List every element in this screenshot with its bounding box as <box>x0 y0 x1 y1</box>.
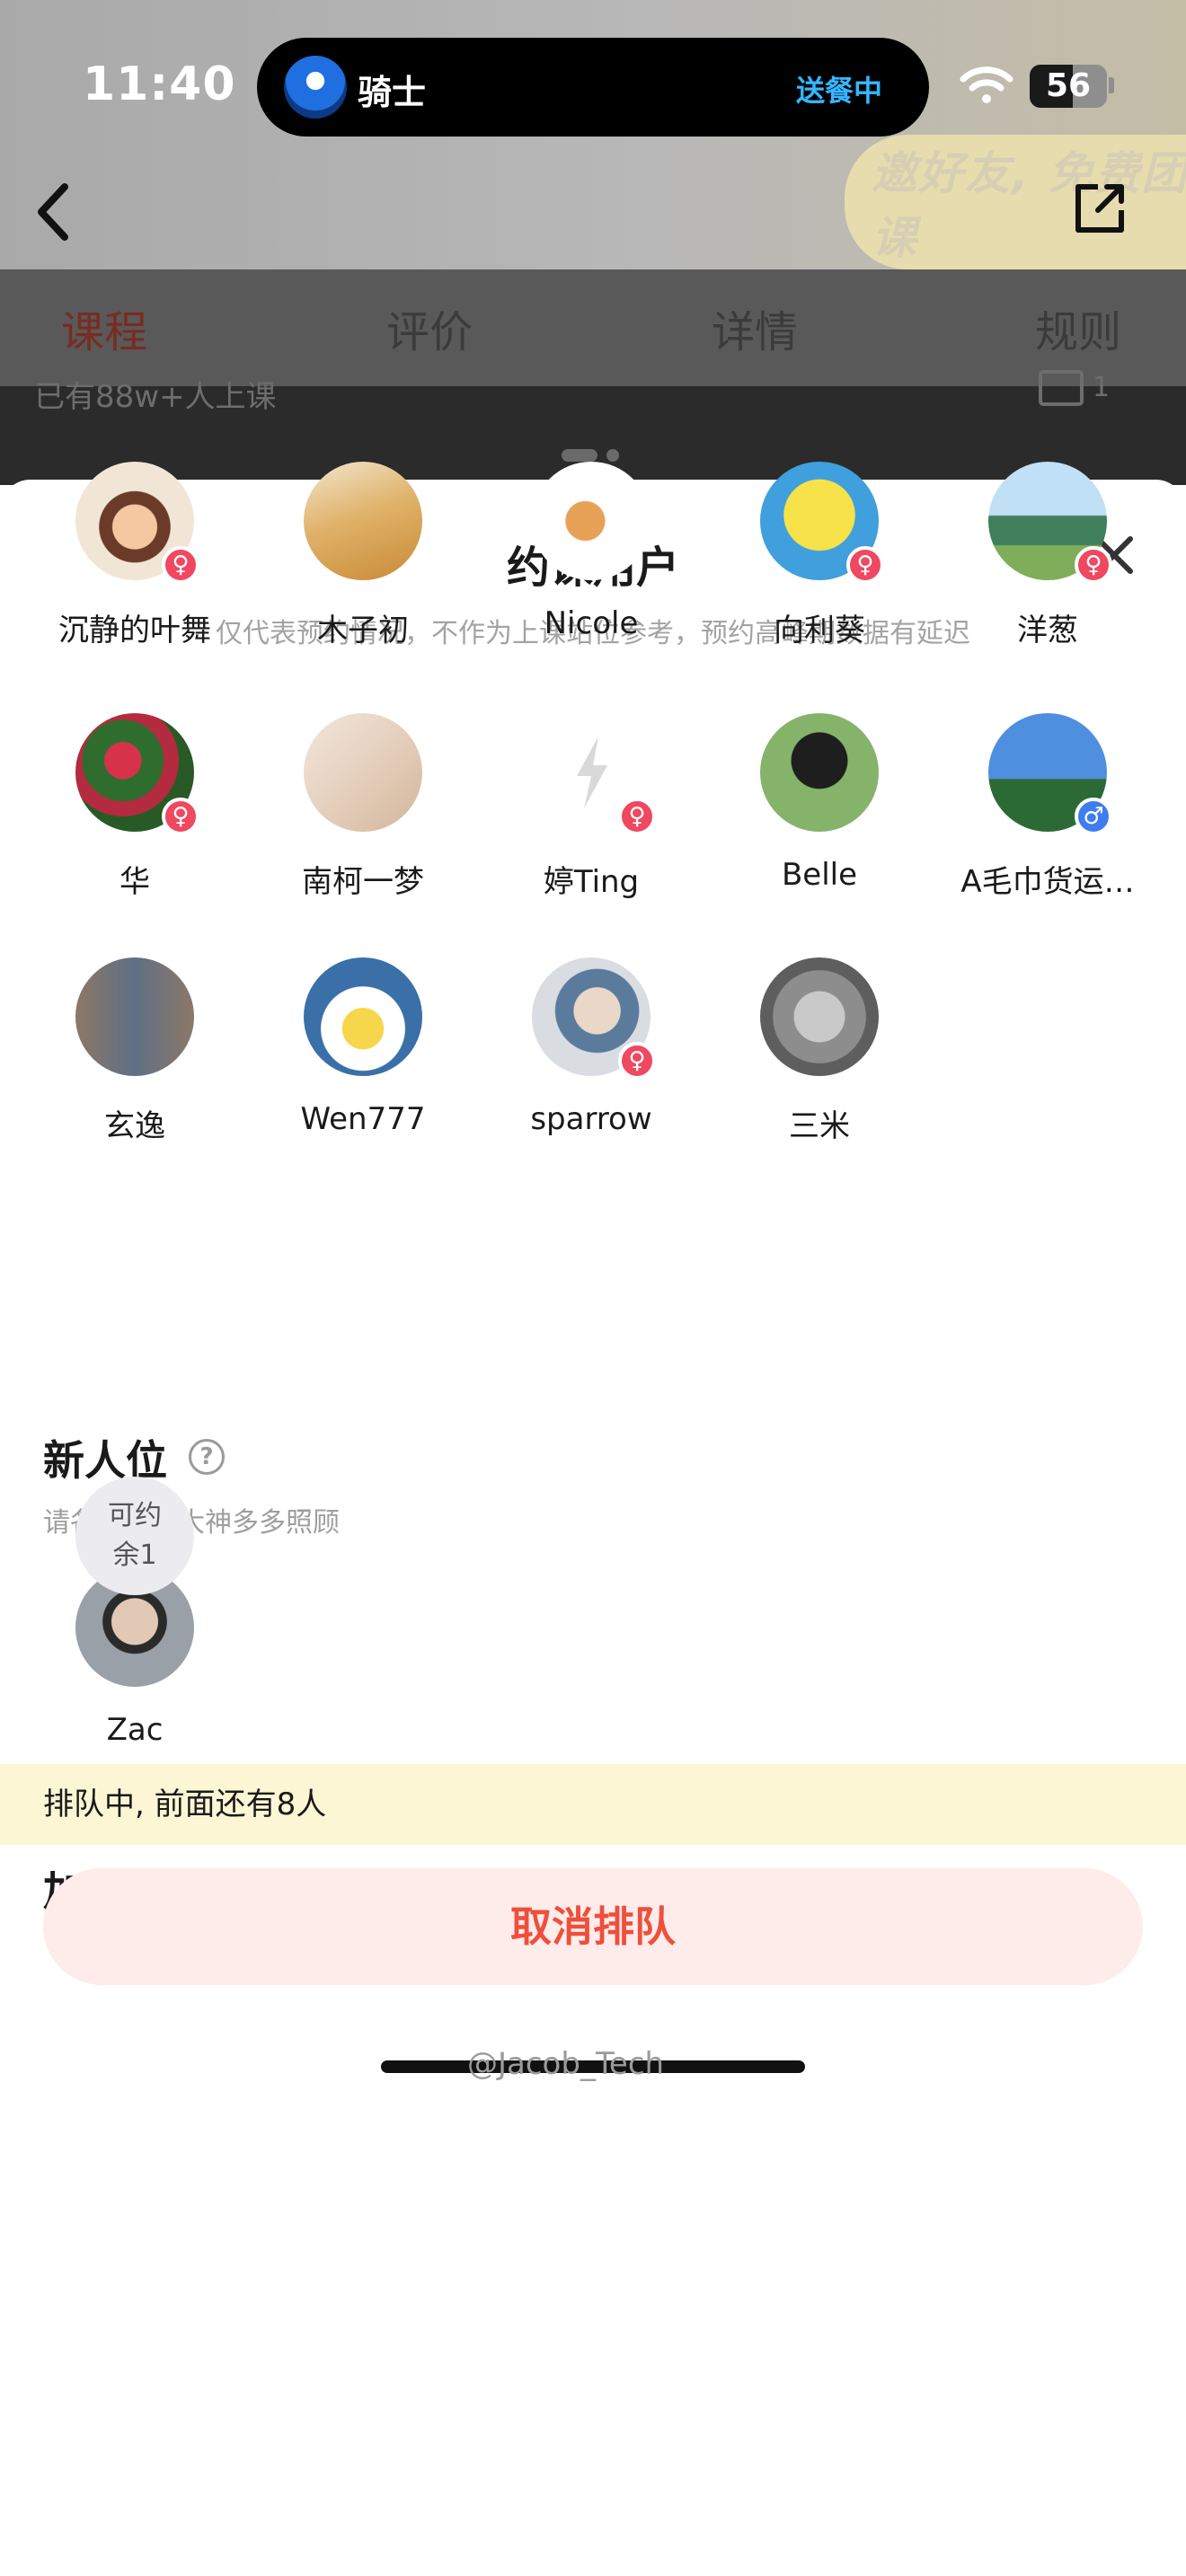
booked-user[interactable]: 三米 <box>705 957 934 1173</box>
cancel-queue-button[interactable]: 取消排队 <box>43 1868 1143 1985</box>
avatar <box>532 462 651 580</box>
help-icon[interactable]: ? <box>189 1439 225 1475</box>
avatar <box>304 713 422 832</box>
user-name: Nicole <box>544 605 639 641</box>
user-name: Belle <box>781 857 858 893</box>
invite-banner: 邀好友, 免费团课 <box>845 135 1186 269</box>
user-name: 玄逸 <box>104 1108 165 1144</box>
user-name: A毛巾货运… <box>960 864 1135 900</box>
booked-user[interactable]: Nicole <box>477 462 705 677</box>
booked-user[interactable]: ♀ sparrow <box>477 957 705 1173</box>
booked-user[interactable]: ♀ 华 <box>21 713 249 929</box>
image-count: 1 <box>1093 372 1111 403</box>
user-name: 木子初 <box>317 613 409 648</box>
booked-user[interactable]: ♀ 向利葵 <box>705 462 934 677</box>
user-name: 南柯一梦 <box>302 864 424 900</box>
user-name: 洋葱 <box>1017 613 1078 648</box>
avatar <box>760 713 879 832</box>
user-name: 向利葵 <box>774 613 865 648</box>
sheet-handle <box>562 449 619 462</box>
share-icon[interactable] <box>1071 180 1128 237</box>
image-icon <box>1039 370 1084 406</box>
booked-user[interactable]: 木子初 <box>249 462 477 677</box>
wifi-icon <box>960 66 1013 103</box>
booked-user[interactable]: 玄逸 <box>21 957 249 1173</box>
user-name: 三米 <box>789 1108 850 1144</box>
user-name: Wen777 <box>300 1101 426 1137</box>
female-gender-icon: ♀ <box>1075 546 1112 584</box>
tab-course: 课程 <box>61 307 148 357</box>
invite-banner-text: 邀好友, 免费团课 <box>872 147 1186 264</box>
avatar <box>75 957 194 1076</box>
user-name: 华 <box>119 864 150 900</box>
rider-avatar-icon <box>284 56 347 119</box>
booked-user[interactable]: ♀ 沉静的叶舞 <box>21 462 249 677</box>
tab-details: 详情 <box>712 307 799 357</box>
booked-users-sheet: 约课用户 仅代表预约情况，不作为上课站位参考，预约高峰期数据有延迟 ♀沉静的叶舞… <box>0 462 1186 2576</box>
booked-user[interactable]: Belle <box>705 713 934 929</box>
tab-rules: 规则 <box>1035 307 1122 357</box>
booked-user[interactable]: ♂ A毛巾货运… <box>934 713 1162 929</box>
watermark: @Jacob_Tech <box>467 2046 665 2082</box>
female-gender-icon: ♀ <box>618 1042 656 1080</box>
battery-icon: 56 <box>1030 65 1107 108</box>
available-seat[interactable]: 可约 余1 <box>75 1477 194 1595</box>
island-rider-label: 骑士 <box>358 73 427 112</box>
back-arrow-icon[interactable] <box>27 176 81 248</box>
booked-user[interactable]: ♀ 婷Ting <box>477 713 705 929</box>
avatar <box>304 957 422 1076</box>
booked-user[interactable]: Wen777 <box>249 957 477 1173</box>
user-name: Zac <box>106 1712 164 1748</box>
female-gender-icon: ♀ <box>846 546 884 584</box>
avatar <box>760 957 879 1076</box>
female-gender-icon: ♀ <box>162 798 199 835</box>
male-gender-icon: ♂ <box>1075 798 1112 835</box>
newcomer-user[interactable]: Zac <box>21 1568 249 1784</box>
status-time: 11:40 <box>83 57 236 111</box>
booked-user[interactable]: 南柯一梦 <box>249 713 477 929</box>
user-name: 婷Ting <box>543 864 640 900</box>
female-gender-icon: ♀ <box>618 798 656 835</box>
avatar <box>304 462 422 580</box>
course-participants-text: 已有88w+人上课 <box>34 379 277 415</box>
battery-level: 56 <box>1045 67 1092 104</box>
seat-remaining: 余1 <box>112 1539 157 1571</box>
battery-tip <box>1109 77 1114 93</box>
seat-status: 可约 <box>108 1500 162 1531</box>
grid-scroll-mask <box>0 659 1186 713</box>
queue-status-bar: 排队中, 前面还有8人 <box>0 1764 1186 1845</box>
female-gender-icon: ♀ <box>162 546 199 584</box>
user-name: 沉静的叶舞 <box>58 613 211 648</box>
user-name: sparrow <box>530 1101 652 1137</box>
course-tabs <box>0 269 1186 386</box>
dynamic-island[interactable]: 骑士 送餐中 <box>257 38 929 137</box>
tab-reviews: 评价 <box>386 307 474 357</box>
island-delivery-status: 送餐中 <box>795 74 882 108</box>
booked-user[interactable]: ♀ 洋葱 <box>934 462 1162 677</box>
